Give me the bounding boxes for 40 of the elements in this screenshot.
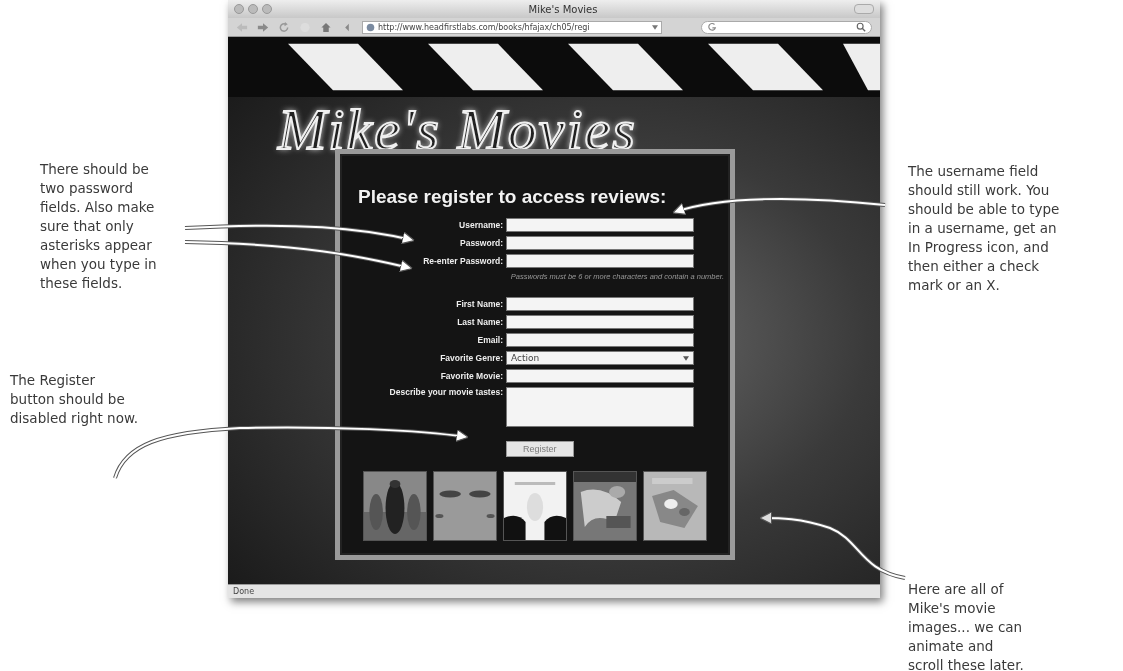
field-label: Last Name: — [456, 317, 503, 327]
field-label: Favorite Genre: — [439, 353, 503, 363]
minimize-button[interactable] — [248, 4, 258, 14]
field-label: Username: — [458, 220, 503, 230]
home-icon[interactable] — [320, 21, 332, 33]
close-button[interactable] — [234, 4, 244, 14]
annotation-text: The Register button should be disabled right now. — [10, 371, 140, 428]
search-icon[interactable] — [856, 22, 866, 32]
field-label: Re-enter Password: — [422, 256, 503, 266]
input-field[interactable] — [506, 297, 694, 311]
form-heading: Please register to access reviews: — [358, 186, 668, 208]
forward-icon[interactable] — [257, 21, 269, 33]
caret-icon[interactable] — [652, 24, 658, 30]
globe-icon — [366, 22, 375, 32]
field-label: Password: — [459, 238, 503, 248]
field-label: First Name: — [455, 299, 503, 309]
field-label: Email: — [476, 335, 503, 345]
search-engine-icon[interactable] — [707, 22, 717, 32]
caret-icon — [683, 355, 689, 361]
input-field[interactable] — [506, 218, 694, 232]
window-title: Mike's Movies — [527, 3, 599, 15]
input-field[interactable] — [506, 254, 694, 268]
input-field[interactable] — [506, 369, 694, 383]
annotation-text: There should be two password fields. Also make sure that only asterisks appear when you type in these fields. — [40, 160, 158, 293]
input-field[interactable] — [506, 236, 694, 250]
field-label: Favorite Movie: — [439, 371, 503, 381]
toolbar-toggle-button[interactable] — [854, 4, 874, 14]
input-field[interactable] — [506, 315, 694, 329]
status-text: Done — [233, 587, 255, 596]
reload-icon[interactable] — [278, 21, 290, 33]
search-field[interactable] — [701, 20, 872, 34]
text-area[interactable] — [506, 387, 694, 427]
field-label: Describe your movie tastes: — [388, 387, 503, 397]
annotation-text: Here are all of Mike's movie images... we can animate and scroll these later. — [908, 580, 1025, 671]
zoom-button[interactable] — [262, 4, 272, 14]
address-field[interactable]: http://www.headfirstlabs.com/books/hfajax/ch05/regi — [362, 20, 662, 34]
input-field[interactable] — [506, 333, 694, 347]
logo: Mike's Movies — [278, 99, 637, 161]
annotation-text: The username field should still work. You should be able to type in a username, get an In Progress icon, and then either a check mark or an X. — [908, 162, 1061, 295]
genre-dropdown[interactable]: Action — [506, 351, 694, 365]
